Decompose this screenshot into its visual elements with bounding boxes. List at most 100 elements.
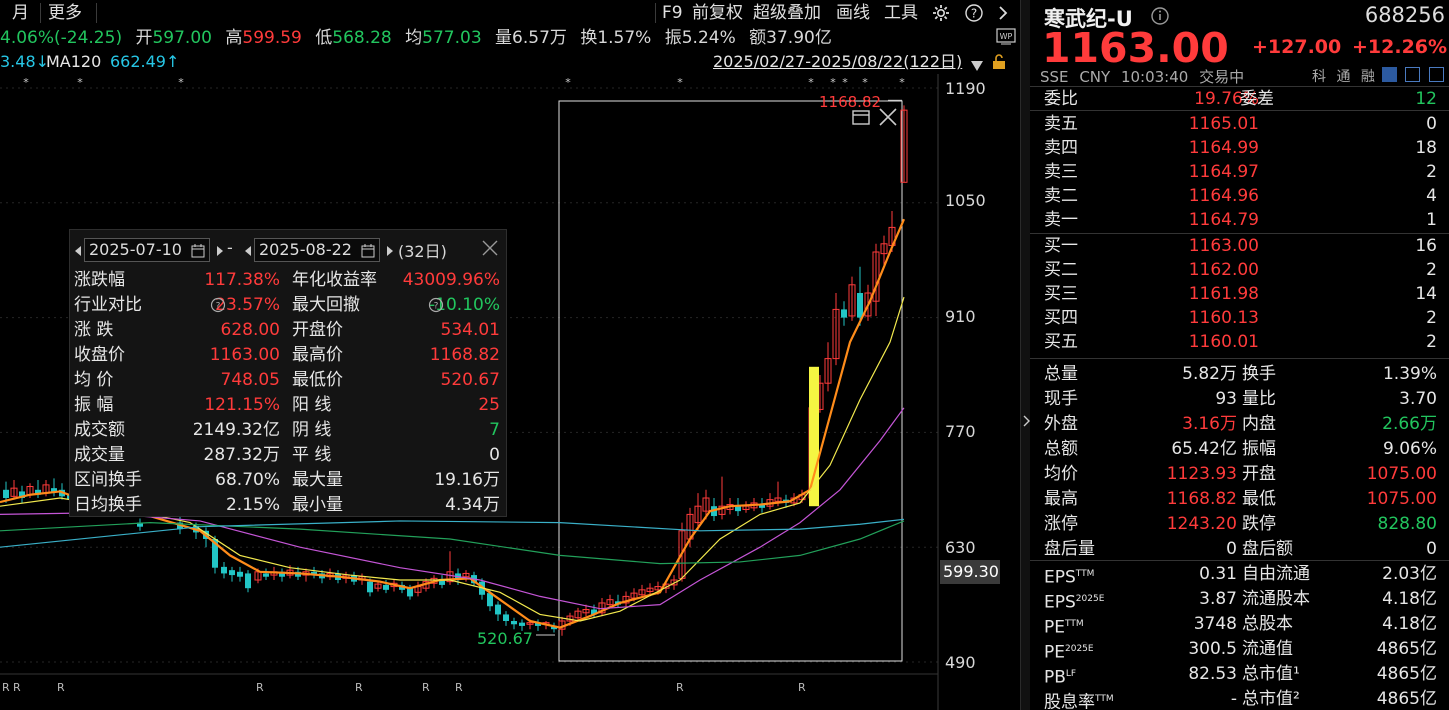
f9-button[interactable]: F9 [662,0,683,26]
detail-value: 1123.93 [1166,464,1237,484]
prev-date-arrow-icon[interactable] [74,242,82,262]
event-star-icon: * [77,76,83,89]
fundamental-value: 4865亿 [1376,664,1437,684]
svg-text:?: ? [434,302,439,312]
bell-icon[interactable] [1405,67,1421,82]
ma-bar: 3.48↓ MA120 662.49↑ 2025/02/27-2025/08/2… [0,51,1020,73]
end-date-field[interactable]: 2025-08-22 [254,238,380,262]
weicha-value: 12 [1415,89,1437,109]
ask-volume: 2 [1426,162,1437,182]
detail-label: 总额 [1044,439,1078,459]
tag-connect: 通 [1336,69,1351,85]
stat-label: 日均换手 [74,495,142,515]
stat-label: 区间换手 [74,470,142,490]
ask-level-label: 卖三 [1044,162,1078,182]
super-overlay-button[interactable]: 超级叠加 [753,0,821,26]
detail-value: 1075.00 [1366,489,1437,509]
ask-price: 1164.79 [1188,210,1259,230]
detail-value: 828.80 [1377,514,1437,534]
vol-label: 量 [495,28,513,48]
calendar-icon[interactable] [191,242,205,264]
stat-label: 收盘价 [74,345,125,365]
high-label: 高 [225,28,243,48]
detail-label: 开盘 [1242,464,1276,484]
help-icon[interactable]: ? [210,297,226,318]
stat-label: 开盘价 [292,320,343,340]
edit-icon[interactable] [1382,67,1397,82]
stat-value: 628.00 [220,320,280,340]
bid-price: 1162.00 [1188,260,1259,280]
close-icon[interactable] [480,238,500,263]
interval-stats-panel: 2025-07-10 - 2025-08-22 (32日) 涨跌幅 117.38%… [69,229,507,517]
fundamental-value: 4.18亿 [1382,589,1437,609]
candle-body-down [495,604,501,615]
currency: CNY [1079,68,1111,86]
lock-icon[interactable] [992,54,1006,76]
stat-label: 振 幅 [74,395,114,415]
settings-gear-icon[interactable] [931,0,951,26]
adjust-price-button[interactable]: 前复权 [692,0,743,26]
current-price-tag: 599.30 [940,560,1000,584]
stat-value: 1168.82 [429,345,500,365]
panel-splitter[interactable] [1020,0,1030,710]
period-month-tab[interactable]: 月 [12,0,29,26]
divider [96,3,97,23]
detail-value: 3.16万 [1182,414,1237,434]
ask-volume: 4 [1426,186,1437,206]
tools-button[interactable]: 工具 [884,0,918,26]
amt-label: 额 [749,28,767,48]
avg-label: 均 [405,28,423,48]
ask-level-label: 卖一 [1044,210,1078,230]
draw-line-button[interactable]: 画线 [836,0,870,26]
stat-value: 68.70% [215,470,280,490]
stat-label: 年化收益率 [292,270,377,290]
ask-price: 1165.01 [1188,114,1259,134]
bid-level-label: 买一 [1044,236,1078,256]
maximize-icon[interactable] [851,107,871,132]
low-label: 低 [315,28,333,48]
fundamental-label: 总市值² [1242,689,1300,709]
calendar-icon[interactable] [361,242,375,264]
help-icon[interactable]: ? [964,0,984,26]
stock-code: 688256 [1364,3,1445,27]
ask-volume: 18 [1415,138,1437,158]
close-icon[interactable] [877,106,899,133]
help-icon[interactable]: ? [428,297,444,318]
event-star-icon: * [23,76,29,89]
detail-value: 1168.82 [1166,489,1237,509]
chevron-right-icon[interactable] [996,0,1010,26]
detail-value: 93 [1215,389,1237,409]
stat-value: 121.15% [204,395,280,415]
detail-label: 最高 [1044,489,1078,509]
r-marker: R [2,681,10,694]
r-marker: R [256,681,264,694]
fundamental-value: 82.53 [1188,664,1237,684]
detail-label: 内盘 [1242,414,1276,434]
bid-price: 1160.13 [1188,308,1259,328]
detail-label: 现手 [1044,389,1078,409]
wp-icon[interactable]: WP [996,28,1016,51]
bid-price: 1161.98 [1188,284,1259,304]
fundamental-label-main: EPS [1044,567,1076,588]
bid-level-label: 买二 [1044,260,1078,280]
note-icon[interactable] [1428,67,1444,82]
high-value: 599.59 [242,28,302,48]
next-date-arrow-icon[interactable] [386,242,394,262]
fundamental-label-main: PE [1044,617,1065,638]
stat-value: 117.38% [204,270,280,290]
fundamental-label: EPSTTM [1044,562,1094,588]
stat-label: 涨跌幅 [74,270,125,290]
candle-body-down [3,489,9,498]
fundamental-label: 股息率TTM [1044,687,1114,710]
prev-date-arrow-icon[interactable] [244,242,252,262]
date-range-link[interactable]: 2025/02/27-2025/08/22(122日) [713,51,962,73]
ask-level-label: 卖五 [1044,114,1078,134]
fundamental-label: EPS2025E [1044,587,1104,613]
start-date-field[interactable]: 2025-07-10 [84,238,210,262]
bid-volume: 2 [1426,332,1437,352]
price-change-pct: +12.26% [1352,36,1448,58]
more-menu[interactable]: 更多 [48,0,82,26]
next-date-arrow-icon[interactable] [216,242,224,262]
fundamental-label-suffix: TTM [1065,619,1084,629]
divider [1030,560,1449,561]
